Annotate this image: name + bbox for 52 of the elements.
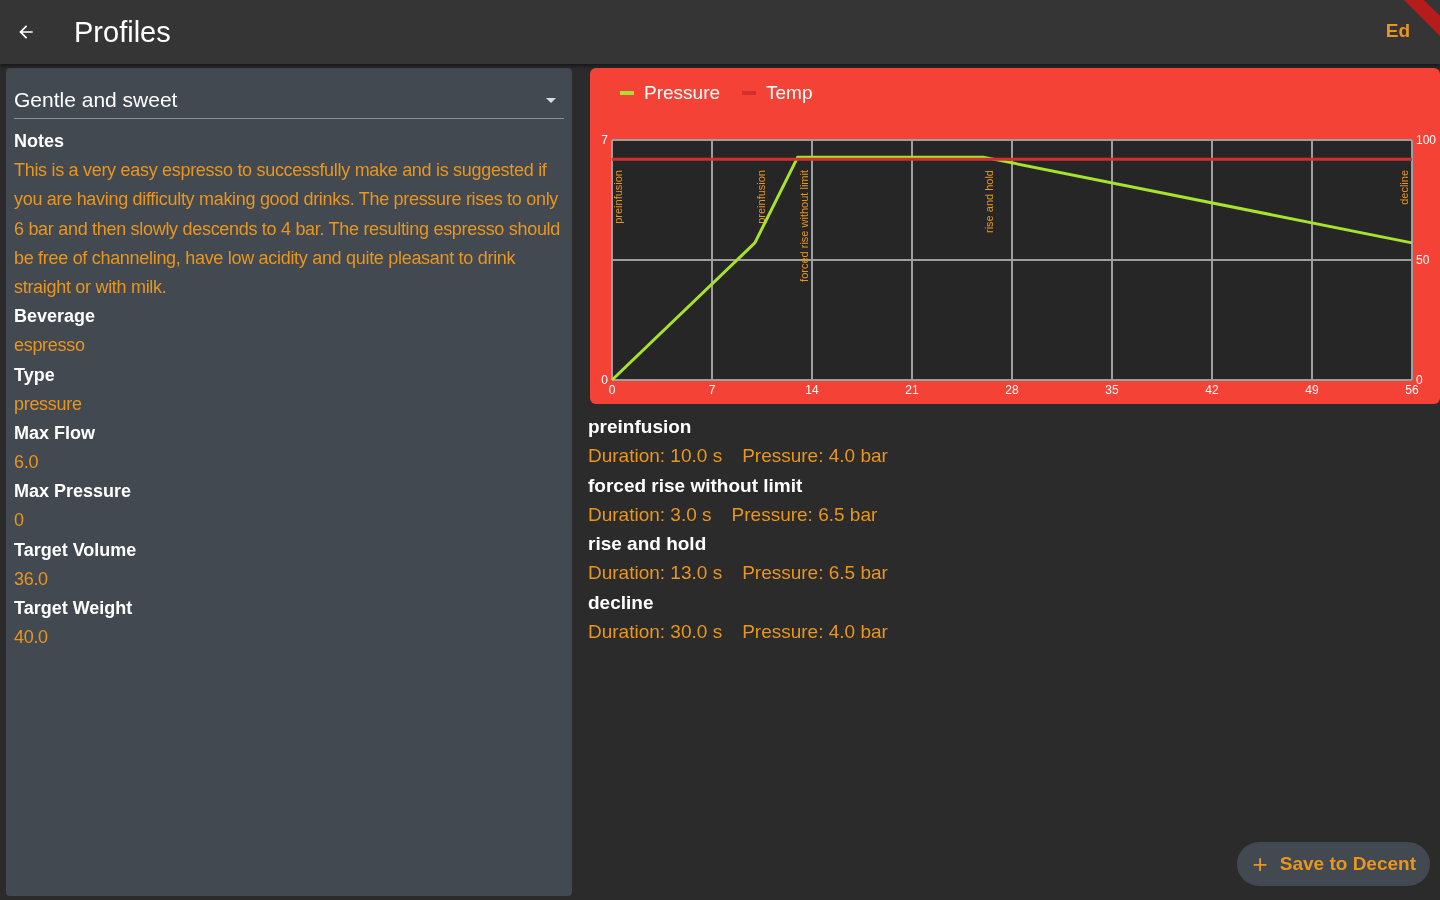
- stage-pressure: Pressure: 4.0 bar: [742, 620, 888, 645]
- field-label: Max Pressure: [14, 480, 133, 504]
- page-title: Profiles: [74, 15, 171, 49]
- field-value: 6.0: [14, 451, 40, 475]
- field-label: Type: [14, 363, 56, 387]
- x-tick-label: 14: [805, 383, 819, 397]
- x-tick-label: 0: [608, 383, 616, 397]
- x-tick-label: 21: [905, 383, 919, 397]
- stage-name: rise and hold: [588, 532, 708, 557]
- stage-annotation: forced rise without limit: [797, 170, 810, 282]
- profile-dropdown[interactable]: Gentle and sweet: [14, 88, 564, 119]
- legend-item: Pressure: [620, 80, 721, 106]
- field-value: pressure: [14, 392, 83, 416]
- x-tick-label: 35: [1105, 383, 1119, 397]
- field-value: espresso: [14, 334, 86, 358]
- field-value: 40.0: [14, 625, 49, 649]
- field-value: This is a very easy espresso to successfully make and is suggested if you are having difficulty making good drinks. The pressure rises to only 6 bar and then slowly descends to 4 bar. The resulting espresso should be free of channeling, have low acidity and quite pleasant to drink straight or with milk.: [14, 159, 562, 300]
- stage-duration: Duration: 10.0 s: [588, 444, 723, 469]
- field-label: Target Weight: [14, 596, 134, 620]
- save-button[interactable]: + Save to Decent: [1236, 842, 1430, 886]
- field-label: Target Volume: [14, 538, 138, 562]
- dropdown-caret-icon: [546, 97, 556, 103]
- field-label: Beverage: [14, 305, 97, 329]
- y-tick-label: 0: [601, 373, 608, 387]
- stage-name: forced rise without limit: [588, 473, 804, 498]
- y-tick-label: 100: [1416, 133, 1436, 147]
- x-tick-label: 28: [1005, 383, 1019, 397]
- field-label: Max Flow: [14, 422, 96, 446]
- x-tick-label: 7: [708, 383, 716, 397]
- x-tick-label: 42: [1205, 383, 1219, 397]
- stage-annotation: preinfusion: [612, 170, 624, 224]
- stage-duration: Duration: 30.0 s: [588, 620, 723, 645]
- stage-annotation: rise and hold: [983, 170, 996, 233]
- stage-pressure: Pressure: 6.5 bar: [731, 502, 878, 527]
- y-tick-label: 50: [1416, 253, 1430, 267]
- edit-button[interactable]: Ed: [1385, 20, 1410, 42]
- stage-annotation: decline: [1398, 170, 1410, 205]
- stage-name: decline: [588, 590, 655, 615]
- x-tick-label: 49: [1305, 383, 1319, 397]
- legend-item: Temp: [742, 80, 813, 106]
- field-value: 36.0: [14, 567, 49, 591]
- stage-pressure: Pressure: 6.5 bar: [742, 561, 888, 586]
- stage-annotation: preinfusion: [754, 170, 767, 224]
- stage-pressure: Pressure: 4.0 bar: [742, 444, 888, 469]
- x-tick-label: 56: [1405, 383, 1419, 397]
- stage-duration: Duration: 3.0 s: [588, 502, 712, 527]
- y-tick-label: 7: [601, 133, 608, 147]
- stage-name: preinfusion: [588, 415, 693, 439]
- stage-duration: Duration: 13.0 s: [588, 561, 723, 586]
- field-label: Notes: [14, 130, 65, 153]
- field-value: 0: [14, 509, 25, 533]
- y-tick-label: 0: [1416, 373, 1423, 387]
